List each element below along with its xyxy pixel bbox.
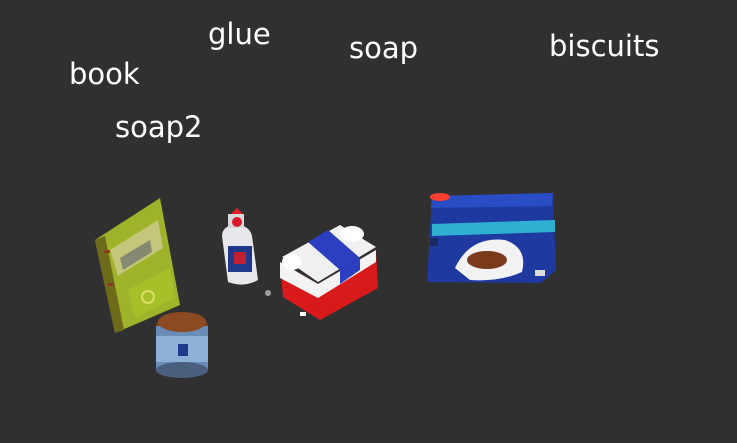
soap2-object[interactable] [156,312,208,378]
book-object[interactable] [95,198,180,333]
glue-object[interactable] [222,208,271,296]
soap-object[interactable] [280,225,378,320]
biscuits-object[interactable] [427,193,556,283]
scene-objects [95,193,556,378]
3d-scene-viewport[interactable]: glue soap biscuits book soap2 [0,0,737,443]
